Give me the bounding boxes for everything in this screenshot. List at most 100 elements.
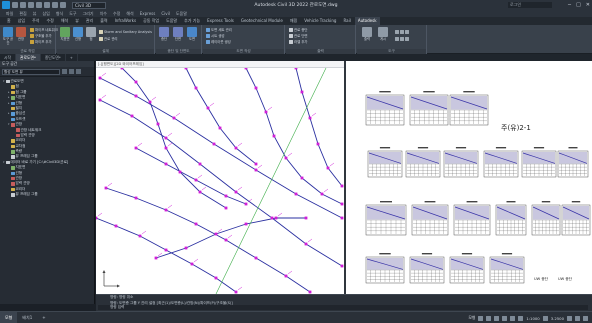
structure-marker[interactable] — [284, 274, 288, 278]
structure-marker[interactable] — [284, 156, 288, 160]
ribbon-tab[interactable]: 홈 — [4, 17, 14, 25]
structure-marker[interactable] — [218, 126, 222, 130]
profile-button[interactable]: 종단 — [158, 27, 170, 47]
plot-button[interactable]: 출력 — [361, 27, 373, 47]
viewport-controls-label[interactable]: [-][평면도][2D 와이어프레임] — [96, 61, 344, 68]
pipe-run[interactable] — [185, 68, 257, 165]
structure-marker[interactable] — [114, 224, 118, 228]
structure-marker[interactable] — [134, 146, 138, 150]
osnap-icon[interactable] — [510, 315, 516, 321]
profile-sheet-thumbnail[interactable] — [365, 201, 407, 236]
structure-marker[interactable] — [120, 68, 124, 70]
menu-item[interactable]: 파일 — [6, 10, 13, 17]
profile-sheet-thumbnail[interactable] — [365, 91, 405, 126]
menu-item[interactable]: 형식 — [56, 10, 63, 17]
structure-marker[interactable] — [130, 114, 134, 118]
profile-sheet-thumbnail[interactable] — [367, 147, 403, 178]
structure-marker[interactable] — [244, 222, 248, 226]
structure-marker[interactable] — [294, 68, 298, 70]
menu-item[interactable]: 도움말 — [176, 10, 187, 17]
structure-marker[interactable] — [308, 116, 312, 120]
structure-marker[interactable] — [104, 186, 108, 190]
structure-marker[interactable] — [214, 232, 218, 236]
ribbon-tab[interactable]: 관리 — [83, 17, 96, 25]
menu-item[interactable]: 치수 — [100, 10, 107, 17]
structure-marker[interactable] — [156, 122, 160, 126]
structure-marker[interactable] — [96, 216, 98, 220]
grid-icon[interactable] — [478, 315, 484, 321]
structure-marker[interactable] — [274, 216, 278, 220]
structure-marker[interactable] — [184, 68, 188, 70]
pipe-network-create-button[interactable]: 파이프 네트워크 — [30, 27, 58, 32]
structure-marker[interactable] — [194, 86, 198, 90]
ribbon-tab[interactable]: 추가 기능 — [181, 17, 203, 25]
layout-tab[interactable]: 배치1 — [17, 312, 37, 323]
structure-marker[interactable] — [148, 100, 152, 104]
structure-marker[interactable] — [98, 98, 102, 102]
tree-node[interactable]: 뷰 프레임 그룹 — [1, 192, 94, 197]
structure-marker[interactable] — [300, 90, 304, 94]
profile-sheet-thumbnail[interactable] — [365, 253, 405, 284]
section-button[interactable]: 단면 — [172, 27, 184, 47]
structure-marker[interactable] — [164, 162, 168, 166]
pipe-run[interactable] — [295, 68, 343, 187]
structure-marker[interactable] — [178, 170, 182, 174]
pipe-run[interactable] — [135, 147, 247, 205]
document-tab[interactable]: 관로도면* — [16, 54, 41, 61]
ortho-icon[interactable] — [494, 315, 500, 321]
structure-marker[interactable] — [190, 262, 194, 266]
ribbon-tab[interactable]: Rail — [340, 17, 353, 25]
minimize-button[interactable]: ─ — [568, 2, 571, 8]
structure-marker[interactable] — [326, 166, 330, 170]
structure-marker[interactable] — [340, 202, 344, 206]
tool-grid-button[interactable] — [395, 36, 410, 41]
pipe-run[interactable] — [245, 68, 343, 205]
alignment-line[interactable] — [215, 68, 327, 294]
menu-item[interactable]: 수정 — [113, 10, 120, 17]
profile-sheet-thumbnail[interactable] — [405, 147, 441, 178]
surface-button[interactable]: 지표면 — [59, 27, 71, 47]
workspace-icon[interactable] — [567, 315, 572, 321]
pipe-run[interactable] — [155, 217, 306, 259]
structure-marker[interactable] — [184, 246, 188, 250]
structure-marker[interactable] — [272, 134, 276, 138]
structure-marker[interactable] — [198, 162, 202, 166]
menu-item[interactable]: 삽입 — [42, 10, 49, 17]
ribbon-tab[interactable]: InfraWorks — [112, 17, 139, 25]
points-button[interactable]: 점 — [85, 27, 97, 47]
settings-icon[interactable] — [69, 69, 74, 74]
pipe-network-button[interactable]: 관망 — [15, 27, 27, 47]
create-layout-button[interactable]: 레이아웃 생성 — [206, 39, 231, 44]
structure-marker[interactable] — [234, 190, 238, 194]
ribbon-tab[interactable]: 매핑 — [287, 17, 300, 25]
menu-item[interactable]: Express — [140, 10, 156, 17]
ribbon-tab[interactable]: 출력 — [97, 17, 110, 25]
structure-marker[interactable] — [244, 68, 248, 70]
ribbon-tab[interactable]: 해석 — [58, 17, 71, 25]
sign-in-field[interactable]: 로그인 — [508, 2, 552, 8]
structure-marker[interactable] — [320, 192, 324, 196]
structure-marker[interactable] — [270, 216, 274, 220]
ribbon-tab[interactable]: 주석 — [29, 17, 42, 25]
pipe-run[interactable] — [105, 187, 311, 293]
menu-item[interactable]: 도구 — [69, 10, 76, 17]
structure-marker[interactable] — [198, 190, 202, 194]
add-structure-button[interactable]: 구조물 추가 — [30, 33, 52, 38]
structure-marker[interactable] — [254, 162, 258, 166]
structure-marker[interactable] — [308, 290, 312, 294]
publish-button[interactable]: 게시 — [377, 27, 389, 47]
model-viewport[interactable]: [-][평면도][2D 와이어프레임] — [96, 61, 344, 294]
ribbon-tab[interactable]: 수정 — [43, 17, 56, 25]
storm-sanitary-analysis-button[interactable]: Storm and Sanitary Analysis — [99, 29, 152, 34]
profile-sheet-thumbnail[interactable] — [453, 201, 491, 236]
profile-sheet-thumbnail[interactable] — [557, 147, 589, 178]
structure-marker[interactable] — [340, 264, 344, 268]
help-icon[interactable] — [76, 69, 81, 74]
alignment-button[interactable]: 선형 — [72, 27, 84, 47]
ribbon-tab[interactable]: Autodesk — [354, 17, 380, 25]
menu-item[interactable]: 편집 — [19, 10, 26, 17]
structure-marker[interactable] — [300, 176, 304, 180]
document-tab[interactable]: 시작 — [0, 54, 16, 61]
profile-sheet-thumbnail[interactable] — [489, 253, 525, 284]
structure-marker[interactable] — [206, 106, 210, 110]
